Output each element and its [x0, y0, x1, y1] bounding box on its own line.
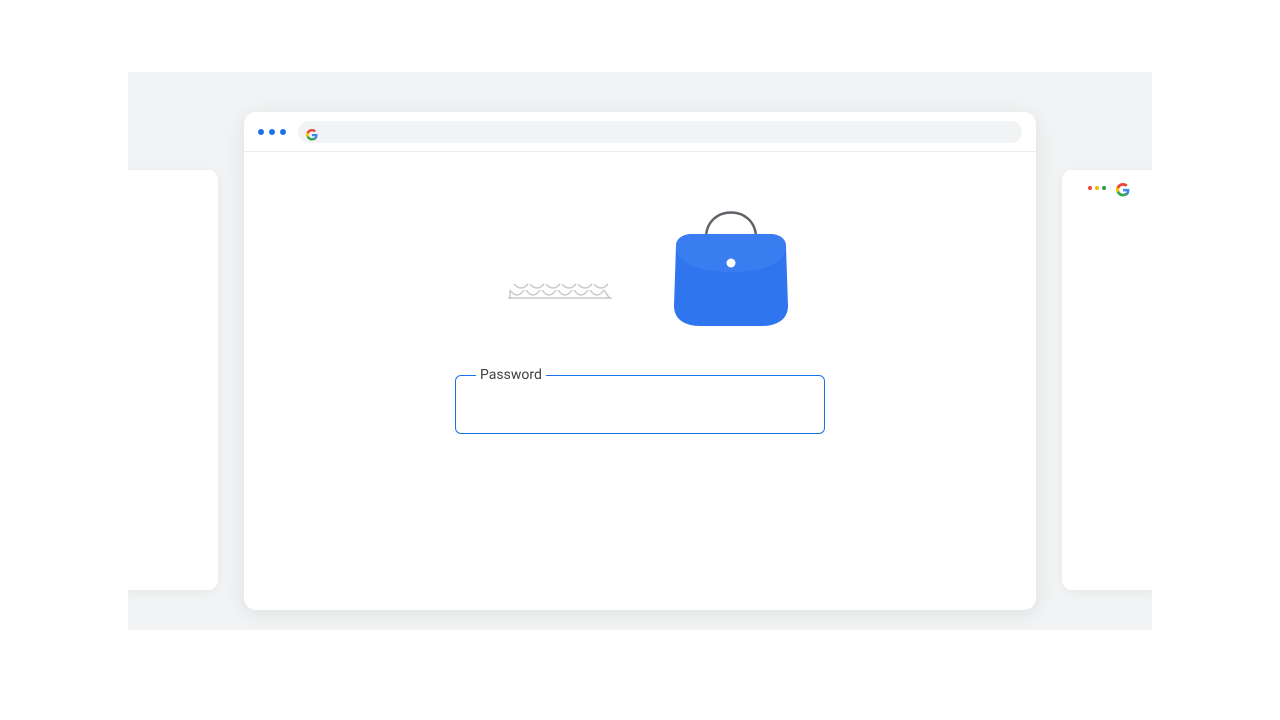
- background-browser-left: [128, 170, 218, 590]
- google-g-icon: [1116, 182, 1130, 196]
- illustration-stage: Password: [128, 72, 1152, 630]
- password-field[interactable]: Password: [455, 368, 825, 434]
- password-input[interactable]: [467, 378, 813, 428]
- window-dots-icon: [1088, 186, 1106, 190]
- browser-chrome-bar: [244, 112, 1036, 152]
- url-input[interactable]: [324, 125, 1022, 139]
- browser-window: Password: [244, 112, 1036, 610]
- google-g-icon: [306, 126, 318, 138]
- egg-tray-icon: [508, 284, 612, 298]
- hero-illustration: [470, 198, 810, 328]
- url-bar[interactable]: [298, 121, 1022, 143]
- page-content: Password: [244, 152, 1036, 610]
- window-controls-icon[interactable]: [258, 129, 286, 135]
- handbag-icon: [674, 213, 788, 327]
- background-browser-right: [1062, 170, 1152, 590]
